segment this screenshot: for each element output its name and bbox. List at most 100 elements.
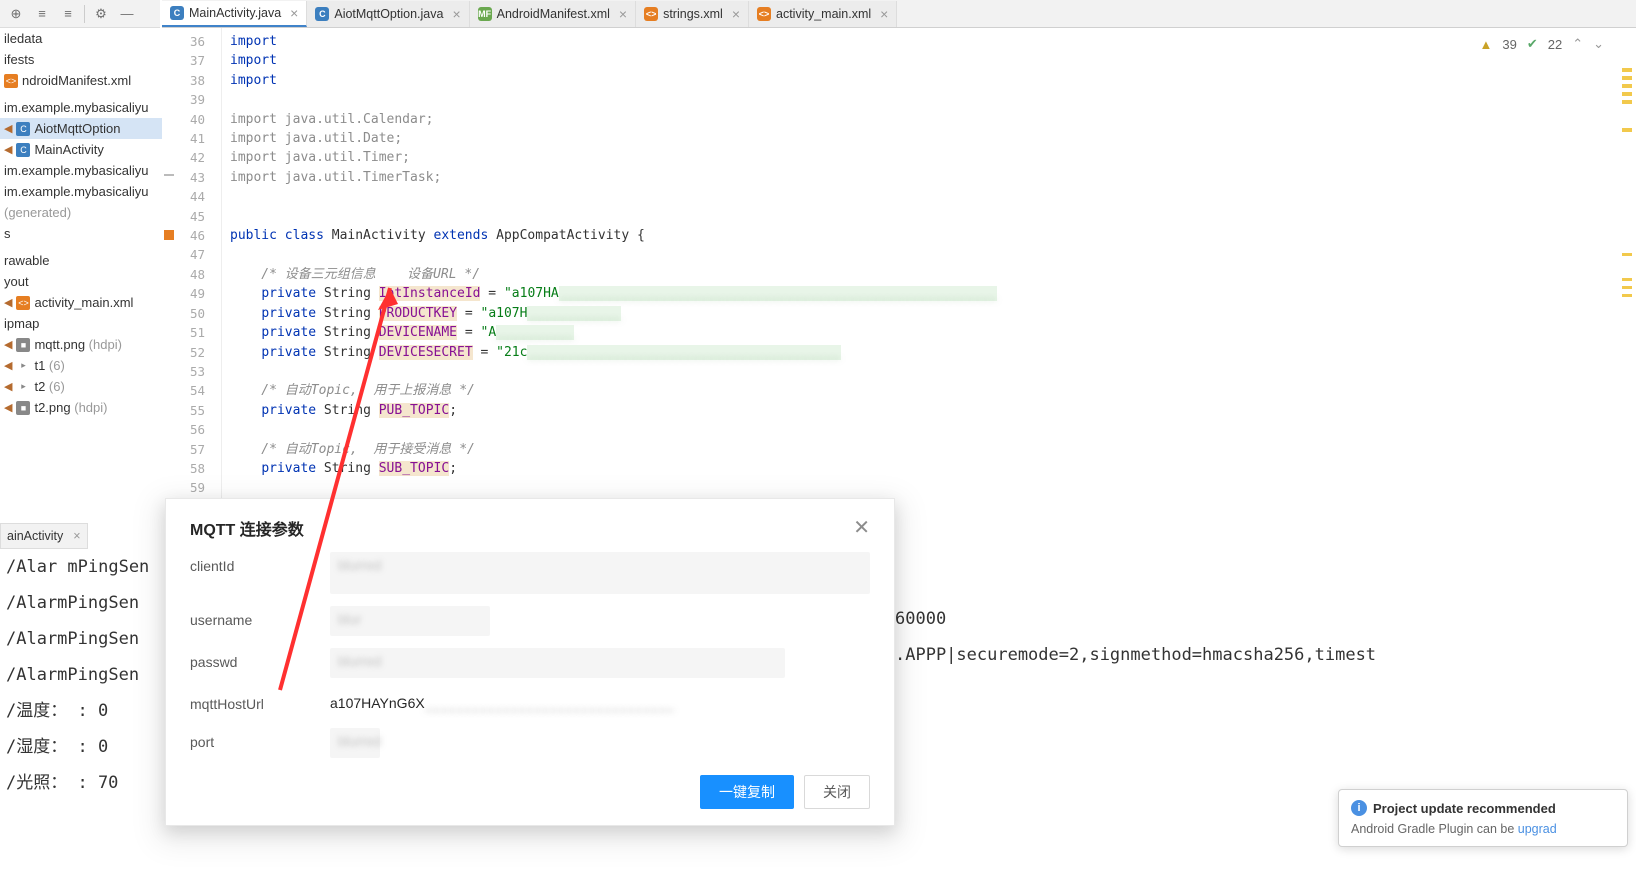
gutter: 3637383940414243444546474849505152535455…	[162, 28, 222, 523]
tree-item[interactable]: ipmap	[0, 313, 162, 334]
java-file-icon: C	[16, 143, 30, 157]
bottom-tab-label: ainActivity	[7, 529, 63, 543]
notification-body: Android Gradle Plugin can be	[1351, 822, 1518, 836]
tree-label: (generated)	[4, 205, 71, 220]
editor-tab[interactable]: MFAndroidManifest.xml×	[470, 1, 636, 27]
locate-icon[interactable]: ⊕	[4, 2, 28, 26]
tree-item[interactable]: ◀CAiotMqttOption	[0, 118, 162, 139]
tree-label: AiotMqttOption	[34, 121, 120, 136]
tree-label: ndroidManifest.xml	[22, 73, 131, 88]
chevron-up-icon[interactable]: ⌃	[1572, 36, 1583, 52]
field-value[interactable]: a107HAYnG6X_____________________________…	[330, 690, 870, 716]
editor-tabs: CMainActivity.java×CAiotMqttOption.java×…	[162, 0, 1636, 28]
tree-label: iledata	[4, 31, 42, 46]
tree-item[interactable]: iledata	[0, 28, 162, 49]
modal-field-row: mqttHostUrla107HAYnG6X__________________…	[190, 690, 870, 716]
close-icon[interactable]: ×	[452, 6, 460, 22]
tree-item[interactable]: ◀CMainActivity	[0, 139, 162, 160]
tree-label: t1 (6)	[34, 358, 64, 373]
dialog-title: MQTT 连接参数	[190, 516, 304, 540]
editor-tab[interactable]: <> activity_main.xml ×	[749, 1, 897, 27]
close-icon[interactable]: ×	[290, 5, 298, 21]
tree-item[interactable]: rawable	[0, 250, 162, 271]
error-stripe[interactable]	[1614, 28, 1636, 523]
tree-item[interactable]: ◀ ■ t2.png (hdpi)	[0, 397, 162, 418]
notification-title: Project update recommended	[1373, 801, 1556, 816]
close-icon[interactable]: ×	[619, 6, 627, 22]
tree-item[interactable]: ◀▸t1 (6)	[0, 355, 162, 376]
field-value[interactable]: blurred	[330, 728, 380, 758]
field-value[interactable]: blurred	[330, 552, 870, 594]
code-editor[interactable]: importimportimport import java.util.Cale…	[222, 28, 1611, 523]
xml-file-icon: <>	[16, 296, 30, 310]
modal-field-row: usernameblur	[190, 606, 870, 636]
tree-item[interactable]: ◀▸t2 (6)	[0, 376, 162, 397]
tree-item[interactable]: ◀■mqtt.png (hdpi)	[0, 334, 162, 355]
tree-item[interactable]: (generated)	[0, 202, 162, 223]
chevron-down-icon[interactable]: ⌄	[1593, 36, 1604, 52]
chevron-icon: ◀	[4, 359, 12, 372]
tree-item[interactable]: ifests	[0, 49, 162, 70]
field-label: mqttHostUrl	[190, 690, 330, 712]
tree-item[interactable]: yout	[0, 271, 162, 292]
tab-label: AiotMqttOption.java	[334, 7, 443, 21]
folder-icon: ▸	[16, 380, 30, 394]
tree-label: ifests	[4, 52, 34, 67]
editor-tab[interactable]: C AiotMqttOption.java ×	[307, 1, 469, 27]
file-type-icon: C	[315, 7, 329, 21]
tree-label: s	[4, 226, 11, 241]
tree-label: im.example.mybasicaliyu	[4, 184, 149, 199]
tree-label: t2 (6)	[34, 379, 64, 394]
field-value[interactable]: blurred	[330, 648, 785, 678]
field-label: passwd	[190, 648, 330, 670]
tree-label: ipmap	[4, 316, 39, 331]
expand-icon[interactable]: ≡	[30, 2, 54, 26]
tree-item[interactable]: s	[0, 223, 162, 244]
tree-item[interactable]: im.example.mybasicaliyu	[0, 160, 162, 181]
tree-item[interactable]: im.example.mybasicaliyu	[0, 181, 162, 202]
image-file-icon: ■	[16, 401, 30, 415]
project-toolbar: ⊕ ≡ ≡ ⚙ —	[0, 0, 160, 28]
close-icon[interactable]: ×	[732, 6, 740, 22]
notification-panel[interactable]: i Project update recommended Android Gra…	[1338, 789, 1628, 847]
tree-item[interactable]: <>ndroidManifest.xml	[0, 70, 162, 91]
tree-label: im.example.mybasicaliyu	[4, 163, 149, 178]
chevron-icon: ◀	[4, 296, 12, 309]
tab-label: MainActivity.java	[189, 6, 281, 20]
chevron-icon: ◀	[4, 401, 12, 414]
bottom-panel-tab[interactable]: ainActivity ×	[0, 523, 88, 549]
field-value[interactable]: blur	[330, 606, 490, 636]
gear-icon[interactable]: ⚙	[89, 2, 113, 26]
file-type-icon: <>	[644, 7, 658, 21]
mqtt-params-dialog: MQTT 连接参数 ✕ clientIdblurredusernameblurp…	[165, 498, 895, 826]
tree-item[interactable]: ◀ <> activity_main.xml	[0, 292, 162, 313]
close-icon[interactable]: ✕	[853, 515, 870, 540]
tree-label: yout	[4, 274, 29, 289]
tree-item[interactable]: im.example.mybasicaliyu	[0, 97, 162, 118]
chevron-icon: ◀	[4, 338, 12, 351]
separator	[84, 5, 85, 23]
modal-field-row: passwdblurred	[190, 648, 870, 678]
field-label: username	[190, 606, 330, 628]
tree-label: MainActivity	[34, 142, 103, 157]
tab-label: strings.xml	[663, 7, 723, 21]
image-file-icon: ■	[16, 338, 30, 352]
check-count: 22	[1548, 37, 1562, 52]
close-icon[interactable]: ×	[880, 6, 888, 22]
file-type-icon: MF	[478, 7, 492, 21]
tree-label: t2.png (hdpi)	[34, 400, 107, 415]
close-button[interactable]: 关闭	[804, 775, 870, 809]
copy-button[interactable]: 一键复制	[700, 775, 794, 809]
tab-label: activity_main.xml	[776, 7, 871, 21]
close-icon[interactable]: ×	[73, 529, 80, 543]
tree-label: im.example.mybasicaliyu	[4, 100, 149, 115]
upgrade-link[interactable]: upgrad	[1518, 822, 1557, 836]
field-label: clientId	[190, 552, 330, 574]
editor-tab[interactable]: <> strings.xml ×	[636, 1, 749, 27]
collapse-icon[interactable]: ≡	[56, 2, 80, 26]
file-type-icon: <>	[757, 7, 771, 21]
tree-label: activity_main.xml	[34, 295, 133, 310]
inspection-summary[interactable]: ▲39 ✔22 ⌃ ⌄	[1479, 36, 1604, 52]
editor-tab[interactable]: CMainActivity.java×	[162, 1, 307, 27]
hide-icon[interactable]: —	[115, 2, 139, 26]
